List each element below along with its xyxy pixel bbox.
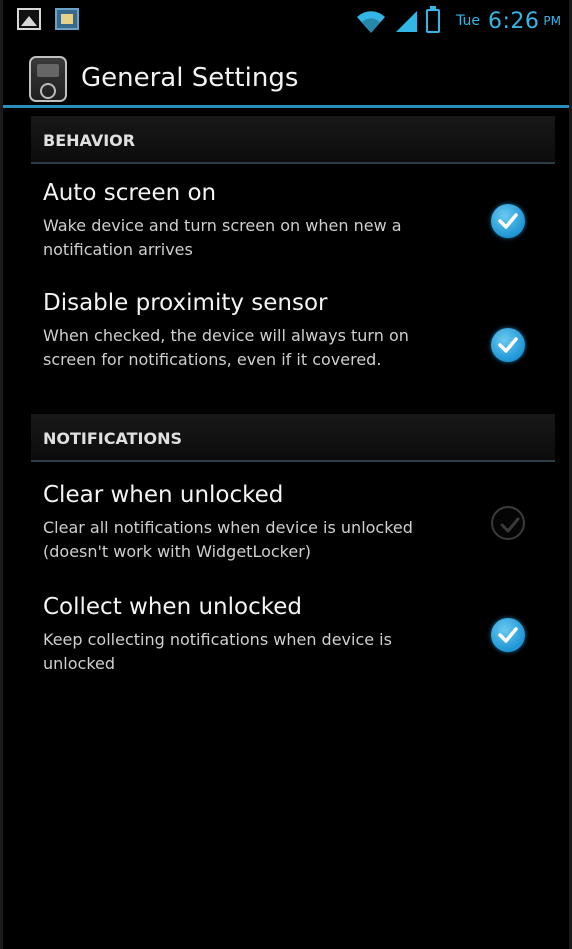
- section-header-behavior: BEHAVIOR: [31, 116, 555, 164]
- wifi-icon: [357, 11, 386, 34]
- pref-summary: Clear all notifications when device is u…: [43, 518, 413, 561]
- checkmark-icon: [498, 337, 518, 353]
- pref-clear-when-unlocked[interactable]: Clear when unlocked Clear all notificati…: [43, 480, 543, 564]
- disable-proximity-sensor-checkbox[interactable]: [491, 328, 525, 362]
- status-bar-notifications: [17, 8, 79, 30]
- checkmark-icon: [500, 517, 520, 533]
- page-title: General Settings: [81, 63, 299, 93]
- action-bar: General Settings: [3, 52, 569, 108]
- gallery-icon: [17, 8, 41, 30]
- battery-icon: [426, 6, 441, 33]
- section-header-notifications: NOTIFICATIONS: [31, 414, 555, 462]
- checkmark-icon: [498, 213, 518, 229]
- app-icon[interactable]: [29, 56, 67, 102]
- clear-when-unlocked-checkbox[interactable]: [491, 506, 525, 540]
- pref-auto-screen-on[interactable]: Auto screen on Wake device and turn scre…: [43, 178, 543, 262]
- status-bar-system: Tue 6:26 PM: [356, 6, 561, 36]
- section-header-label: NOTIFICATIONS: [43, 429, 183, 448]
- app-notification-icon: [55, 8, 79, 30]
- status-time: 6:26: [488, 8, 540, 34]
- pref-collect-when-unlocked[interactable]: Collect when unlocked Keep collecting no…: [43, 592, 543, 676]
- pref-title: Auto screen on: [43, 180, 217, 206]
- status-ampm: PM: [543, 14, 561, 28]
- pref-title: Collect when unlocked: [43, 594, 302, 620]
- pref-summary: Wake device and turn screen on when new …: [43, 216, 402, 259]
- pref-title: Disable proximity sensor: [43, 290, 328, 316]
- collect-when-unlocked-checkbox[interactable]: [491, 618, 525, 652]
- status-day: Tue: [456, 13, 480, 29]
- pref-disable-proximity-sensor[interactable]: Disable proximity sensor When checked, t…: [43, 288, 543, 372]
- pref-summary: Keep collecting notifications when devic…: [43, 630, 392, 673]
- section-header-label: BEHAVIOR: [43, 131, 136, 150]
- auto-screen-on-checkbox[interactable]: [491, 204, 525, 238]
- pref-title: Clear when unlocked: [43, 482, 284, 508]
- screen: Tue 6:26 PM General Settings BEHAVIOR Au…: [0, 0, 572, 949]
- pref-summary: When checked, the device will always tur…: [43, 326, 409, 369]
- checkmark-icon: [498, 627, 518, 643]
- signal-icon: [396, 11, 418, 32]
- status-bar: Tue 6:26 PM: [3, 0, 569, 52]
